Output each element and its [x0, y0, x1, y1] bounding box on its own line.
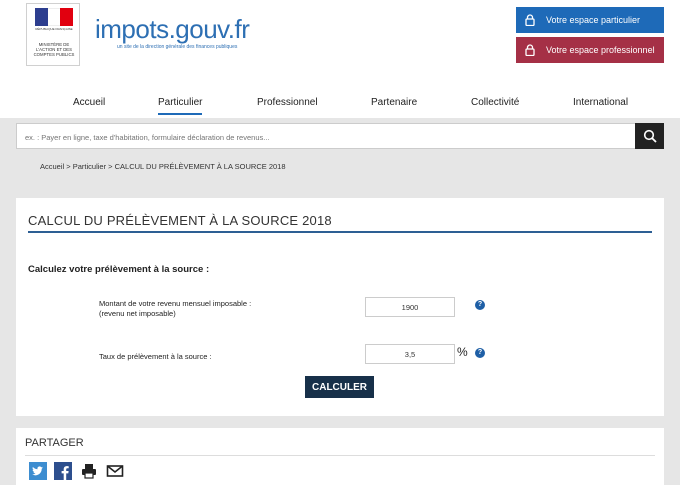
nav-item-professionnel[interactable]: Professionnel: [257, 97, 318, 108]
brand-subtitle: un site de la direction générale des fin…: [117, 44, 238, 50]
revenu-label-line1: Montant de votre revenu mensuel imposabl…: [99, 299, 252, 308]
espace-particulier-label: Votre espace particulier: [546, 15, 641, 25]
breadcrumb[interactable]: Accueil > Particulier > CALCUL DU PRÉLÈV…: [40, 162, 286, 171]
site-header: RÉPUBLIQUE FRANÇAISE MINISTÈRE DE L'ACTI…: [0, 0, 680, 86]
page-title: CALCUL DU PRÉLÈVEMENT À LA SOURCE 2018: [28, 213, 332, 228]
lock-icon: [525, 44, 535, 56]
title-divider: [28, 231, 652, 233]
nav-item-particulier[interactable]: Particulier: [158, 97, 203, 115]
taux-help-icon[interactable]: ?: [475, 348, 485, 358]
nav-item-international[interactable]: International: [573, 97, 628, 108]
search-button[interactable]: [635, 123, 664, 149]
espace-professionnel-button[interactable]: Votre espace professionnel: [516, 37, 664, 63]
brand-title[interactable]: impots.gouv.fr: [95, 14, 250, 45]
calculer-button[interactable]: CALCULER: [305, 376, 374, 398]
espace-particulier-button[interactable]: Votre espace particulier: [516, 7, 664, 33]
email-icon[interactable]: [106, 462, 124, 480]
lock-icon: [525, 14, 535, 26]
twitter-icon[interactable]: [29, 462, 47, 480]
print-icon[interactable]: [80, 462, 98, 480]
main-nav: Accueil Particulier Professionnel Parten…: [0, 86, 680, 118]
republique-francaise-text: RÉPUBLIQUE FRANÇAISE: [35, 27, 73, 31]
form-subtitle: Calculez votre prélèvement à la source :: [28, 264, 210, 275]
ministry-name: MINISTÈRE DE L'ACTION ET DES COMPTES PUB…: [33, 42, 75, 57]
share-divider: [25, 455, 655, 456]
facebook-icon[interactable]: [54, 462, 72, 480]
taux-input[interactable]: [365, 344, 455, 364]
nav-item-accueil[interactable]: Accueil: [73, 97, 105, 108]
taux-label: Taux de prélèvement à la source :: [99, 352, 212, 361]
share-title: PARTAGER: [25, 437, 84, 449]
calculator-card: CALCUL DU PRÉLÈVEMENT À LA SOURCE 2018 C…: [16, 198, 664, 416]
revenu-input[interactable]: [365, 297, 455, 317]
espace-professionnel-label: Votre espace professionnel: [546, 45, 655, 55]
search-icon: [643, 129, 657, 143]
revenu-help-icon[interactable]: ?: [475, 300, 485, 310]
revenu-label-line2: (revenu net imposable): [99, 309, 176, 318]
marianne-flag-icon: [35, 8, 74, 26]
nav-item-partenaire[interactable]: Partenaire: [371, 97, 417, 108]
search-bar: [16, 123, 664, 149]
share-section: PARTAGER: [16, 428, 664, 485]
revenu-label: Montant de votre revenu mensuel imposabl…: [99, 299, 251, 319]
ministry-logo[interactable]: RÉPUBLIQUE FRANÇAISE MINISTÈRE DE L'ACTI…: [26, 3, 80, 66]
search-input[interactable]: [25, 130, 625, 144]
nav-item-collectivite[interactable]: Collectivité: [471, 97, 519, 108]
percent-sign: %: [457, 345, 468, 359]
